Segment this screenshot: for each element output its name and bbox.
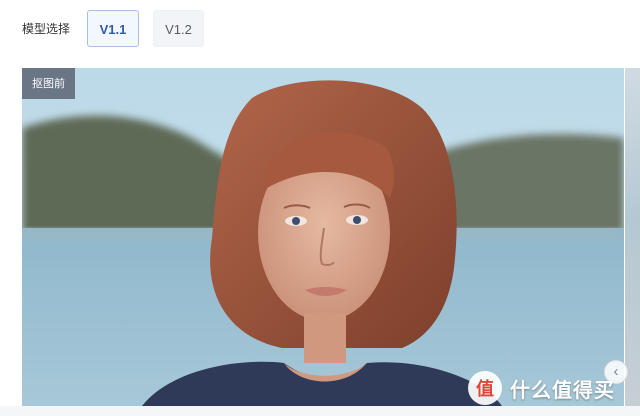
watermark-logo-icon: 值 xyxy=(468,371,502,405)
version-v1-2-button[interactable]: V1.2 xyxy=(153,10,204,47)
before-matting-tag: 抠图前 xyxy=(22,68,75,99)
matting-demo-page: 模型选择 V1.1 V1.2 抠图前 ‹ 值 什么值得买 xyxy=(0,0,640,416)
watermark-text: 什么值得买 xyxy=(510,377,615,402)
version-v1-1-button[interactable]: V1.1 xyxy=(87,10,139,47)
next-image-peek xyxy=(625,68,640,406)
model-select-label: 模型选择 xyxy=(22,22,71,36)
bottom-divider xyxy=(0,406,640,416)
portrait-photo xyxy=(22,68,624,406)
image-preview: 抠图前 xyxy=(22,68,624,406)
model-selector: 模型选择 V1.1 V1.2 xyxy=(0,0,640,60)
watermark: 值 什么值得买 xyxy=(468,368,615,408)
